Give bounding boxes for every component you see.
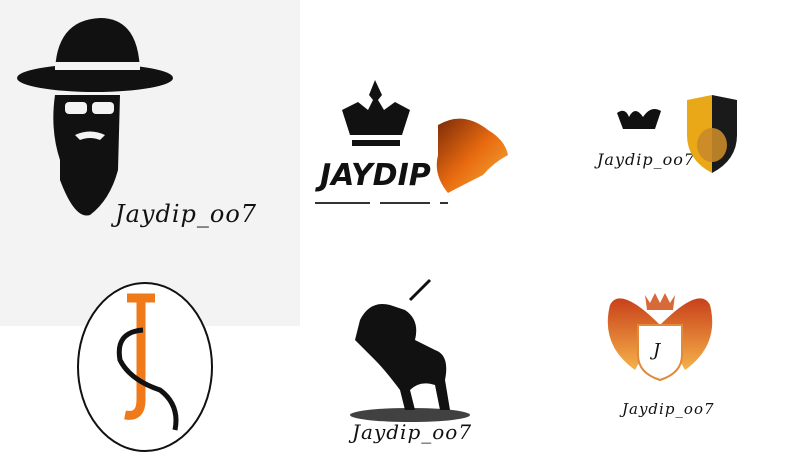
winged-crest-caption: Jaydip_oo7 — [622, 400, 715, 418]
hat-logo-caption: Jaydip_oo7 — [115, 200, 258, 228]
crown-icon — [617, 109, 661, 129]
horse-warrior-caption: Jaydip_oo7 — [352, 420, 473, 444]
crown-tiger-caption: JAYDIP — [320, 158, 431, 193]
horse-warrior-logo-panel: Jaydip_oo7 — [300, 278, 520, 470]
crown-lion-caption: Jaydip_oo7 — [597, 150, 696, 169]
bearded-man-hat-icon — [17, 18, 173, 216]
crown-lion-logo-panel: Jaydip_oo7 — [555, 75, 800, 195]
js-monogram-icon — [77, 282, 213, 452]
winged-crest-logo-panel: J Jaydip_oo7 — [600, 285, 720, 425]
fire-tiger-icon — [436, 118, 508, 193]
lion-shield-icon — [687, 95, 737, 173]
underline-decoration — [315, 202, 448, 204]
crown-tiger-logo-panel: JAYDIP — [305, 60, 525, 220]
winged-crest-initial: J — [653, 340, 661, 361]
hat-logo-panel: Jaydip_oo7 — [0, 0, 300, 326]
horse-warrior-icon — [350, 278, 470, 422]
js-monogram-logo-panel: JS — [75, 280, 215, 455]
crown-icon — [342, 80, 410, 146]
